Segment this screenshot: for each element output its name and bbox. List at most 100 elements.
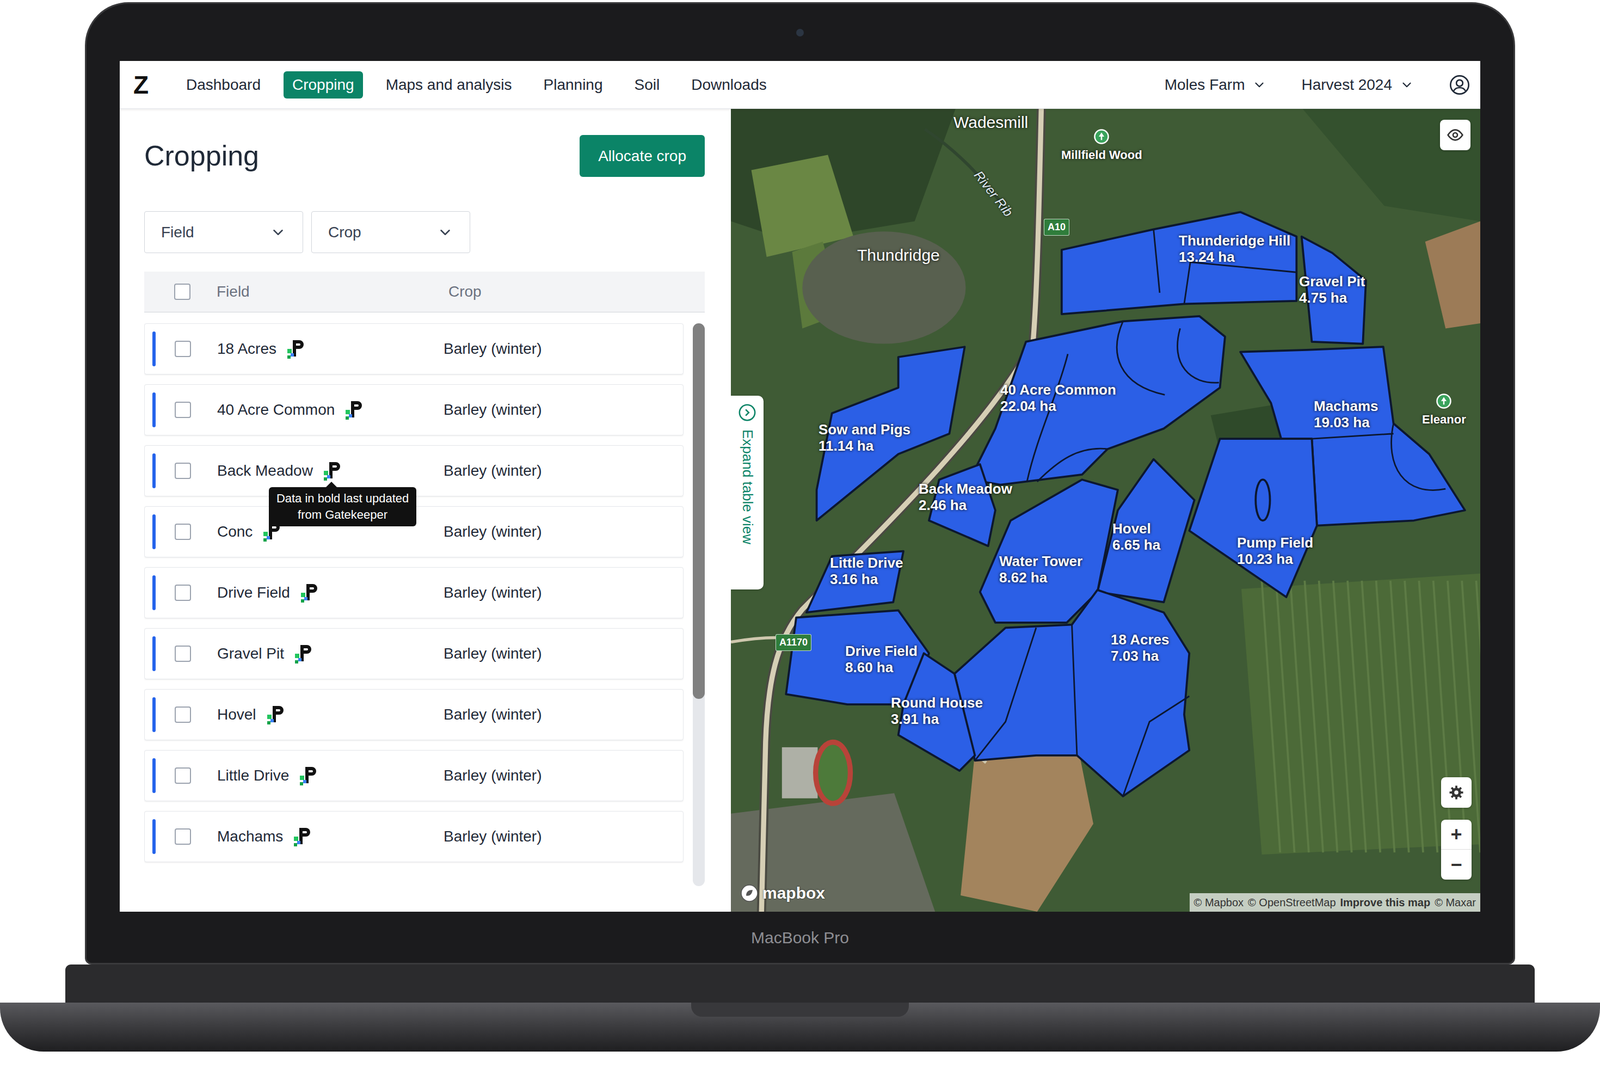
row-accent (152, 758, 156, 793)
field-polygon[interactable] (954, 589, 1190, 797)
checkbox[interactable] (174, 523, 192, 540)
table-header: FieldCrop (144, 271, 705, 313)
place-label: Wadesmill (953, 113, 1029, 132)
field-polygon[interactable] (1097, 459, 1195, 603)
field-polygon[interactable] (1189, 438, 1318, 598)
attribution-item: © Mapbox (1194, 894, 1244, 911)
nav-item[interactable]: Soil (625, 71, 669, 99)
field-label-name: Little Drive (829, 554, 903, 571)
field-label-name: Round House (890, 694, 983, 711)
farm-label: Moles Farm (1164, 73, 1246, 97)
field-cell: 18 Acres (217, 337, 444, 361)
gatekeeper-icon[interactable] (297, 581, 320, 604)
checkbox[interactable] (174, 340, 192, 358)
main-area: Cropping Allocate crop FieldCrop FieldCr… (119, 108, 1481, 912)
field-label[interactable]: Round House3.91 ha (890, 694, 983, 728)
nav-item[interactable]: Downloads (682, 71, 776, 99)
table-row[interactable]: 18 AcresBarley (winter) (144, 323, 684, 375)
map-attribution: © Mapbox© OpenStreetMapImprove this map©… (1189, 893, 1481, 912)
scrollbar-track[interactable] (692, 323, 705, 886)
app-logo[interactable]: Z (133, 72, 156, 98)
column-header[interactable]: Field (216, 280, 449, 304)
field-name: Conc (217, 520, 253, 544)
settings-button[interactable] (1441, 777, 1472, 808)
filter-dropdown[interactable]: Field (144, 211, 304, 254)
table-row[interactable]: Drive FieldBarley (winter) (144, 567, 684, 619)
season-select[interactable]: Harvest 2024 (1301, 73, 1414, 97)
column-header[interactable]: Crop (448, 280, 482, 304)
map-view[interactable]: WadesmillThundridgeMillfield WoodRiver R… (730, 108, 1481, 912)
map-canvas[interactable] (730, 108, 1481, 912)
gatekeeper-icon[interactable] (342, 398, 365, 421)
field-label-area: 8.62 ha (999, 569, 1083, 586)
table-row[interactable]: Little DriveBarley (winter) (144, 749, 684, 802)
field-label[interactable]: Drive Field8.60 ha (845, 642, 918, 676)
field-label[interactable]: Gravel Pit4.75 ha (1299, 273, 1365, 306)
field-label-area: 3.16 ha (829, 570, 903, 588)
nav-item[interactable]: Planning (534, 71, 612, 99)
gatekeeper-icon[interactable] (290, 825, 313, 848)
poi-marker: Eleanor (1422, 392, 1467, 429)
panel-header: Cropping Allocate crop (144, 134, 705, 177)
field-label[interactable]: 40 Acre Common22.04 ha (1000, 381, 1117, 415)
checkbox[interactable] (174, 706, 192, 723)
field-label[interactable]: Water Tower8.62 ha (999, 552, 1083, 586)
gatekeeper-icon[interactable] (263, 703, 286, 726)
mapbox-logo[interactable]: mapbox (739, 880, 826, 906)
table-row[interactable]: Gravel PitBarley (winter) (144, 628, 684, 680)
gatekeeper-icon[interactable] (296, 764, 319, 787)
field-label[interactable]: Hovel6.65 ha (1112, 520, 1161, 553)
checkbox[interactable] (174, 645, 192, 662)
gatekeeper-icon[interactable] (284, 337, 306, 360)
improve-map-link[interactable]: Improve this map (1340, 894, 1431, 911)
field-cell: Gravel Pit (217, 642, 444, 666)
allocate-crop-button[interactable]: Allocate crop (579, 134, 705, 177)
checkbox[interactable] (174, 584, 192, 601)
field-label[interactable]: 18 Acres7.03 ha (1110, 631, 1169, 664)
nav-item[interactable]: Cropping (283, 71, 363, 99)
device-label: MacBook Pro (751, 925, 849, 950)
zoom-in-button[interactable]: + (1441, 819, 1472, 850)
zoom-out-button[interactable]: − (1441, 849, 1472, 880)
field-label[interactable]: Little Drive3.16 ha (829, 554, 903, 588)
expand-table-tab[interactable]: Expand table view (730, 395, 764, 590)
tree-pin-icon (1093, 128, 1110, 145)
field-label[interactable]: Pump Field10.23 ha (1237, 534, 1314, 568)
crop-name: Barley (winter) (443, 764, 542, 787)
field-polygon[interactable] (785, 610, 929, 705)
checkbox[interactable] (174, 767, 192, 784)
zoom-controls: +− (1441, 819, 1472, 880)
nav-item[interactable]: Dashboard (177, 71, 270, 99)
checkbox[interactable] (174, 828, 192, 845)
gatekeeper-icon[interactable]: Data in bold last updatedfrom Gatekeeper (320, 459, 343, 482)
scrollbar-thumb[interactable] (692, 323, 705, 699)
visibility-button[interactable] (1440, 119, 1471, 151)
filter-dropdown[interactable]: Crop (311, 211, 471, 254)
tooltip: Data in bold last updatedfrom Gatekeeper (268, 487, 417, 527)
checkbox[interactable] (174, 401, 192, 418)
crop-name: Barley (winter) (443, 703, 542, 726)
table-row[interactable]: Back MeadowData in bold last updatedfrom… (144, 445, 684, 497)
gatekeeper-icon[interactable] (291, 642, 314, 665)
map-place: Millfield Wood (1061, 128, 1143, 164)
table-row[interactable]: 40 Acre CommonBarley (winter) (144, 384, 684, 436)
field-polygon[interactable] (806, 551, 904, 613)
checkbox[interactable] (174, 462, 192, 479)
crop-name: Barley (winter) (443, 825, 542, 848)
farm-select[interactable]: Moles Farm (1164, 73, 1267, 97)
field-label[interactable]: Sow and Pigs11.14 ha (818, 421, 911, 454)
field-name: 40 Acre Common (217, 398, 335, 422)
bezel-chin: MacBook Pro (119, 911, 1481, 963)
field-label[interactable]: Back Meadow2.46 ha (918, 480, 1013, 514)
field-label[interactable]: Machams19.03 ha (1313, 397, 1379, 431)
checkbox[interactable] (174, 283, 191, 300)
field-polygon[interactable] (969, 316, 1226, 485)
field-label[interactable]: Thunderidge Hill13.24 ha (1178, 232, 1291, 266)
user-icon[interactable] (1448, 74, 1471, 96)
field-label-name: Gravel Pit (1299, 273, 1365, 290)
field-polygon[interactable] (1061, 212, 1297, 315)
table-row[interactable]: MachamsBarley (winter) (144, 810, 684, 863)
nav-item[interactable]: Maps and analysis (377, 71, 521, 99)
table-row[interactable]: HovelBarley (winter) (144, 688, 684, 741)
crop-name: Barley (winter) (443, 581, 542, 605)
